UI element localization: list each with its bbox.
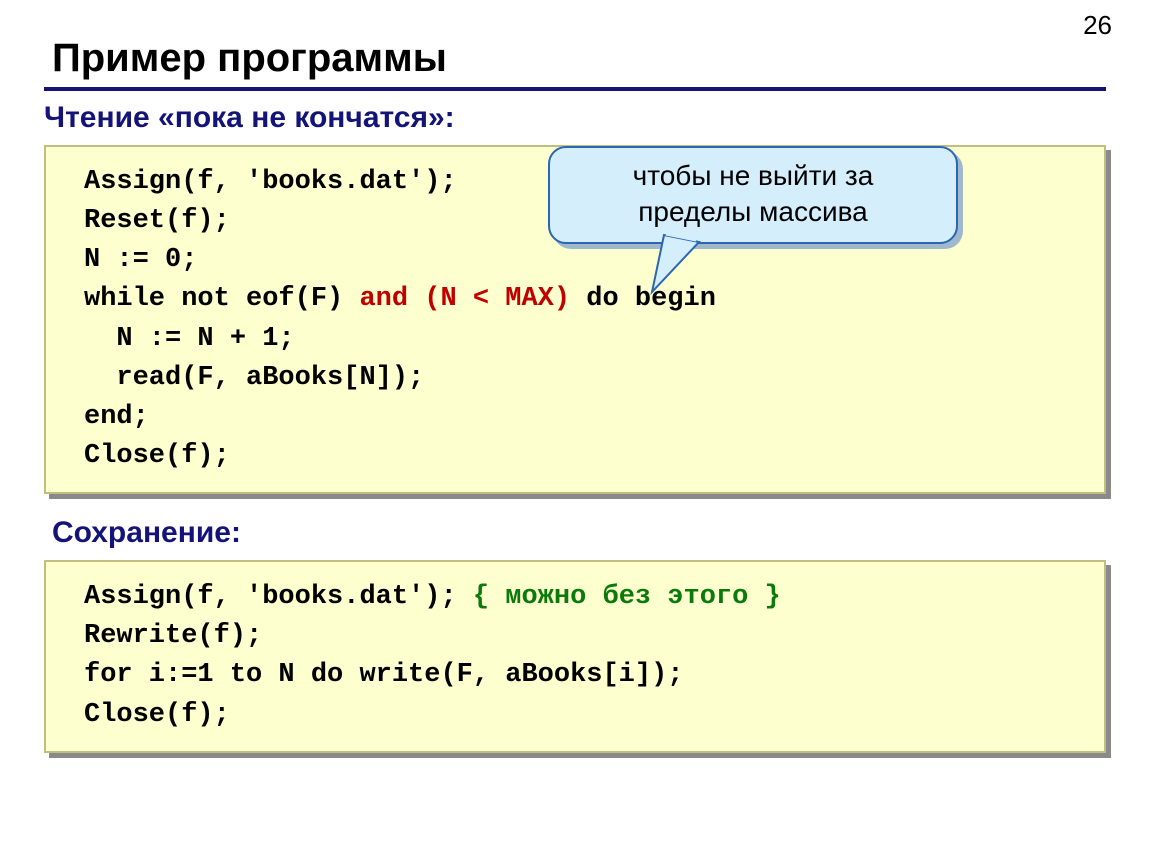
title-rule (44, 87, 1106, 91)
code-box: Assign(f, 'books.dat'); { можно без этог… (44, 560, 1106, 753)
code-line: Reset(f); (84, 206, 230, 236)
callout-text-line1: чтобы не выйти за (633, 160, 874, 191)
code-line: Close(f); (84, 700, 230, 730)
code-highlight-condition: and (N < MAX) (359, 284, 570, 314)
slide: 26 Пример программы Чтение «пока не конч… (0, 0, 1150, 864)
section-heading-reading: Чтение «пока не кончатся»: (44, 101, 1106, 135)
callout-box: чтобы не выйти за пределы массива (548, 146, 958, 244)
code-line: Assign(f, 'books.dat'); (84, 167, 457, 197)
callout-text-line2: пределы массива (638, 196, 868, 227)
code-comment: { можно без этого } (473, 582, 781, 612)
code-line: end; (84, 402, 149, 432)
callout-bubble: чтобы не выйти за пределы массива (548, 146, 958, 244)
slide-title: Пример программы (52, 36, 1106, 81)
code-line: N := 0; (84, 245, 197, 275)
code-line: Close(f); (84, 441, 230, 471)
code-line: Assign(f, 'books.dat'); (84, 582, 473, 612)
code-line: N := N + 1; (84, 324, 295, 354)
code-line: while not eof(F) (84, 284, 359, 314)
code-line: Rewrite(f); (84, 621, 262, 651)
code-block-saving: Assign(f, 'books.dat'); { можно без этог… (44, 560, 1106, 753)
code-line: read(F, aBooks[N]); (84, 363, 424, 393)
callout-tail-icon (644, 230, 714, 300)
page-number: 26 (1083, 10, 1112, 41)
code-line: for i:=1 to N do write(F, aBooks[i]); (84, 660, 684, 690)
section-heading-saving: Сохранение: (52, 516, 1106, 550)
